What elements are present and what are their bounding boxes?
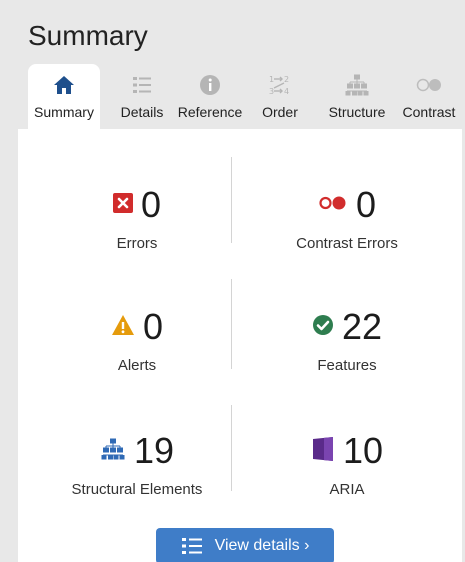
tab-structure[interactable]: Structure: [318, 64, 396, 130]
contrast-errors-stat[interactable]: 0 Contrast Errors: [242, 181, 452, 253]
features-stat[interactable]: 22 Features: [242, 303, 452, 374]
aria-count: 10: [342, 430, 384, 471]
aria-icon: [311, 436, 335, 467]
contrast-error-icon: [318, 195, 348, 216]
alerts-count: 0: [142, 306, 164, 347]
errors-label: Errors: [116, 235, 158, 252]
view-details-button[interactable]: View details ›: [156, 528, 334, 562]
tab-order[interactable]: 1 2 3 4 Order: [254, 64, 306, 130]
contrast-errors-count: 0: [355, 184, 377, 225]
tab-summary[interactable]: Summary: [28, 64, 100, 130]
info-icon: [199, 64, 221, 98]
list-icon: [131, 64, 153, 98]
tab-label: Details: [120, 104, 164, 120]
contrast-icon: [415, 64, 443, 98]
structure-icon: [345, 64, 369, 98]
structural-elements-count: 19: [133, 430, 175, 471]
svg-text:2: 2: [284, 75, 289, 84]
structural-elements-label: Structural Elements: [71, 481, 203, 498]
structural-elements-stat[interactable]: 19 Structural Elements: [32, 427, 242, 499]
tab-details[interactable]: Details: [110, 64, 174, 130]
summary-content: 0 Errors 0 Contrast Errors 0 Alerts 22 F…: [18, 129, 462, 562]
features-count: 22: [341, 306, 383, 347]
svg-text:3: 3: [269, 87, 274, 96]
order-icon: 1 2 3 4: [268, 64, 292, 98]
tab-label: Order: [262, 104, 298, 120]
alerts-label: Alerts: [117, 357, 157, 374]
structure-icon: [100, 438, 126, 465]
tab-bar: Summary Details Reference 1 2 3 4 Order …: [18, 64, 462, 130]
panel-title: Summary: [28, 20, 148, 51]
contrast-errors-label: Contrast Errors: [296, 235, 398, 252]
features-label: Features: [317, 357, 377, 374]
error-icon: [112, 192, 133, 218]
errors-stat[interactable]: 0 Errors: [32, 181, 242, 252]
aria-stat[interactable]: 10 ARIA: [242, 427, 452, 498]
svg-text:4: 4: [284, 87, 289, 96]
aria-label: ARIA: [329, 481, 365, 498]
alerts-stat[interactable]: 0 Alerts: [32, 303, 242, 374]
view-details-label: View details ›: [214, 537, 310, 554]
tab-reference[interactable]: Reference: [170, 64, 250, 130]
tab-label: Contrast: [402, 104, 456, 120]
errors-count: 0: [140, 184, 162, 225]
home-icon: [53, 64, 75, 98]
tab-label: Summary: [34, 104, 94, 120]
tab-contrast[interactable]: Contrast: [396, 64, 462, 130]
tab-label: Reference: [177, 104, 243, 120]
alert-icon: [111, 314, 135, 341]
tab-label: Structure: [328, 104, 386, 120]
svg-text:1: 1: [269, 75, 274, 84]
feature-check-icon: [312, 314, 334, 341]
list-icon: [181, 538, 202, 554]
